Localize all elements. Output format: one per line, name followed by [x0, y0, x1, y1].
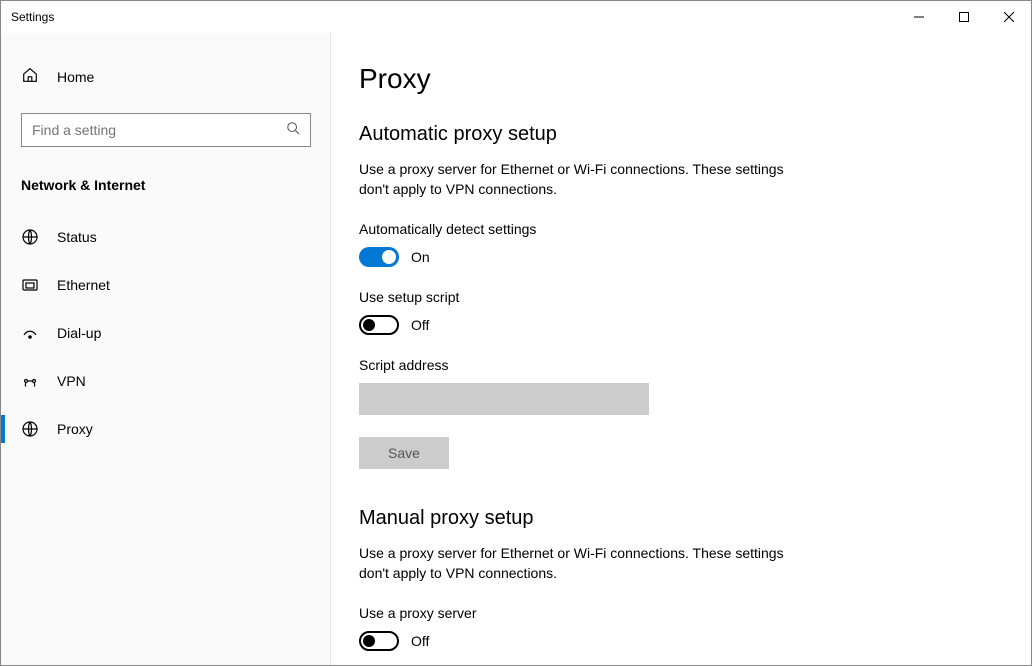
- sidebar-item-ethernet[interactable]: Ethernet: [1, 261, 330, 309]
- manual-heading: Manual proxy setup: [359, 507, 1031, 530]
- proxy-icon: [21, 420, 39, 438]
- detect-label: Automatically detect settings: [359, 221, 1031, 237]
- search-input[interactable]: [21, 113, 311, 147]
- titlebar: Settings: [1, 1, 1031, 33]
- page-title: Proxy: [359, 63, 1031, 95]
- close-button[interactable]: [986, 1, 1031, 33]
- search-icon: [286, 121, 300, 140]
- script-state: Off: [411, 317, 429, 333]
- ethernet-icon: [21, 276, 39, 294]
- sidebar-item-dialup[interactable]: Dial-up: [1, 309, 330, 357]
- sidebar-item-proxy[interactable]: Proxy: [1, 405, 330, 453]
- use-proxy-state: Off: [411, 633, 429, 649]
- auto-heading: Automatic proxy setup: [359, 123, 1031, 146]
- script-address-input[interactable]: [359, 383, 649, 415]
- search-field[interactable]: [32, 122, 286, 138]
- sidebar-item-label: Proxy: [57, 421, 93, 437]
- sidebar-item-label: VPN: [57, 373, 86, 389]
- manual-desc: Use a proxy server for Ethernet or Wi-Fi…: [359, 544, 789, 583]
- save-button[interactable]: Save: [359, 437, 449, 469]
- use-proxy-label: Use a proxy server: [359, 605, 1031, 621]
- maximize-button[interactable]: [941, 1, 986, 33]
- dialup-icon: [21, 324, 39, 342]
- detect-toggle[interactable]: [359, 247, 399, 267]
- script-toggle[interactable]: [359, 315, 399, 335]
- window-title: Settings: [11, 10, 896, 24]
- sidebar-item-status[interactable]: Status: [1, 213, 330, 261]
- home-label: Home: [57, 69, 94, 85]
- sidebar-item-vpn[interactable]: VPN: [1, 357, 330, 405]
- address-label: Script address: [359, 357, 1031, 373]
- sidebar-item-label: Dial-up: [57, 325, 101, 341]
- home-icon: [21, 66, 39, 87]
- home-link[interactable]: Home: [1, 58, 330, 95]
- sidebar-item-label: Ethernet: [57, 277, 110, 293]
- auto-desc: Use a proxy server for Ethernet or Wi-Fi…: [359, 160, 789, 199]
- sidebar-item-label: Status: [57, 229, 97, 245]
- use-proxy-toggle[interactable]: [359, 631, 399, 651]
- vpn-icon: [21, 372, 39, 390]
- globe-icon: [21, 228, 39, 246]
- sidebar-section-label: Network & Internet: [1, 167, 330, 213]
- minimize-button[interactable]: [896, 1, 941, 33]
- sidebar: Home Network & Internet Status Ether: [1, 33, 331, 665]
- script-label: Use setup script: [359, 289, 1031, 305]
- main-content: Proxy Automatic proxy setup Use a proxy …: [331, 33, 1031, 665]
- detect-state: On: [411, 249, 430, 265]
